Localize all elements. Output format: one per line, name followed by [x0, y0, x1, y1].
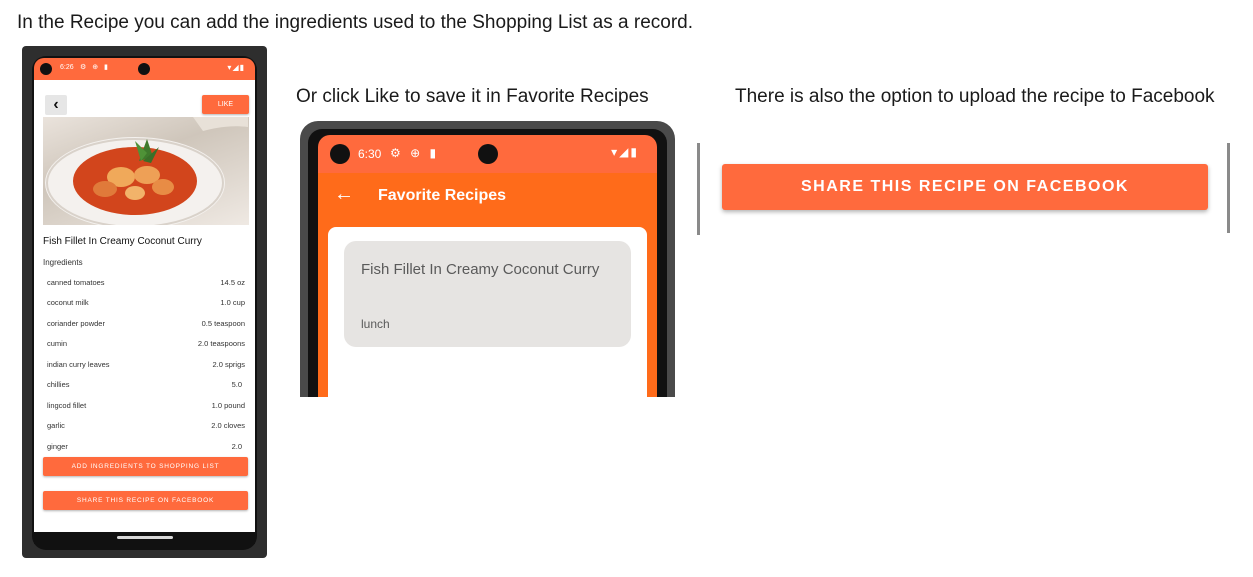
- ingredient-qty: 14.5 oz: [220, 278, 245, 287]
- card-recipe-category: lunch: [361, 317, 390, 331]
- signal-battery-icon: ▾◢▮: [611, 145, 639, 159]
- ingredient-name: lingcod fillet: [47, 401, 87, 410]
- ingredient-row: cumin 2.0 teaspoons: [47, 339, 245, 353]
- signal-battery-icon: ▾◢▮: [227, 63, 245, 72]
- status-bar: 6:30 ⚙ ⊕ ▮ ▾◢▮: [318, 135, 657, 173]
- ingredient-qty: 0.5 teaspoon: [201, 319, 245, 328]
- left-divider: [697, 143, 700, 235]
- app-toolbar: ← Favorite Recipes: [318, 173, 657, 219]
- ingredient-row: ginger 2.0: [47, 442, 245, 456]
- ingredient-qty: 2.0 cloves: [211, 421, 245, 430]
- ingredients-heading: Ingredients: [43, 258, 83, 267]
- ingredient-qty: 2.0: [231, 442, 242, 451]
- status-time: 6:30: [358, 147, 382, 161]
- front-camera: [138, 63, 150, 75]
- status-time: 6:26: [60, 64, 74, 71]
- ingredient-name: garlic: [47, 421, 65, 430]
- card-recipe-title: Fish Fillet In Creamy Coconut Curry: [361, 261, 600, 278]
- favorite-recipe-card[interactable]: Fish Fillet In Creamy Coconut Curry lunc…: [344, 241, 631, 347]
- status-bar: 6:26 ⚙ ⊕ ▮ ▾◢▮: [34, 58, 255, 80]
- front-camera: [478, 144, 498, 164]
- intro-caption: In the Recipe you can add the ingredient…: [17, 12, 694, 33]
- toolbar-title: Favorite Recipes: [378, 187, 507, 204]
- share-facebook-button-large[interactable]: SHARE THIS RECIPE ON FACEBOOK: [722, 164, 1208, 210]
- ingredient-row: indian curry leaves 2.0 sprigs: [47, 360, 245, 374]
- ingredient-row: coconut milk 1.0 cup: [47, 298, 245, 312]
- ingredient-name: ginger: [47, 442, 68, 451]
- curry-photo: [45, 117, 248, 225]
- notification-icons: ⚙ ⊕ ▮: [390, 146, 440, 160]
- home-indicator[interactable]: [117, 536, 173, 539]
- ingredient-row: chillies 5.0: [47, 380, 245, 394]
- punch-hole: [40, 63, 52, 75]
- share-facebook-button[interactable]: SHARE THIS RECIPE ON FACEBOOK: [43, 491, 248, 510]
- recipe-phone-frame: 6:26 ⚙ ⊕ ▮ ▾◢▮ ‹ LIKE Fish Fillet In Cre…: [22, 46, 267, 558]
- favorites-phone-frame: 6:30 ⚙ ⊕ ▮ ▾◢▮ ← Favorite Recipes Fish F…: [300, 121, 675, 397]
- ingredient-name: cumin: [47, 339, 68, 348]
- like-button[interactable]: LIKE: [202, 95, 249, 114]
- favorites-content: Fish Fillet In Creamy Coconut Curry lunc…: [318, 219, 657, 397]
- recipe-screen: ‹ LIKE Fish Fillet In Creamy Coconut Cur…: [34, 80, 255, 532]
- arrow-left-icon[interactable]: ←: [334, 183, 354, 206]
- punch-hole: [330, 144, 350, 164]
- favorites-list-panel: Fish Fillet In Creamy Coconut Curry lunc…: [328, 227, 647, 397]
- add-to-shopping-list-button[interactable]: ADD INGREDIENTS TO SHOPPING LIST: [43, 457, 248, 476]
- ingredient-row: canned tomatoes 14.5 oz: [47, 278, 245, 292]
- like-caption: Or click Like to save it in Favorite Rec…: [296, 86, 649, 107]
- ingredient-row: coriander powder 0.5 teaspoon: [47, 319, 245, 333]
- back-button[interactable]: ‹: [45, 95, 67, 115]
- favorites-phone-crop: 6:30 ⚙ ⊕ ▮ ▾◢▮ ← Favorite Recipes Fish F…: [300, 121, 675, 397]
- ingredient-name: indian curry leaves: [47, 360, 110, 369]
- recipe-title: Fish Fillet In Creamy Coconut Curry: [43, 236, 202, 247]
- facebook-caption: There is also the option to upload the r…: [735, 86, 1215, 107]
- ingredient-name: canned tomatoes: [47, 278, 105, 287]
- recipe-image: [43, 117, 249, 225]
- ingredient-qty: 1.0 cup: [220, 298, 245, 307]
- ingredient-row: garlic 2.0 cloves: [47, 421, 245, 435]
- notification-icons: ⚙ ⊕ ▮: [80, 64, 110, 71]
- right-divider: [1227, 143, 1230, 233]
- chevron-left-icon: ‹: [53, 96, 59, 113]
- ingredient-row: lingcod fillet 1.0 pound: [47, 401, 245, 415]
- ingredient-qty: 2.0 teaspoons: [197, 339, 245, 348]
- ingredient-qty: 1.0 pound: [211, 401, 245, 410]
- ingredient-name: coconut milk: [47, 298, 89, 307]
- ingredient-name: chillies: [47, 380, 70, 389]
- ingredient-qty: 2.0 sprigs: [212, 360, 245, 369]
- ingredient-name: coriander powder: [47, 319, 105, 328]
- ingredient-qty: 5.0: [231, 380, 242, 389]
